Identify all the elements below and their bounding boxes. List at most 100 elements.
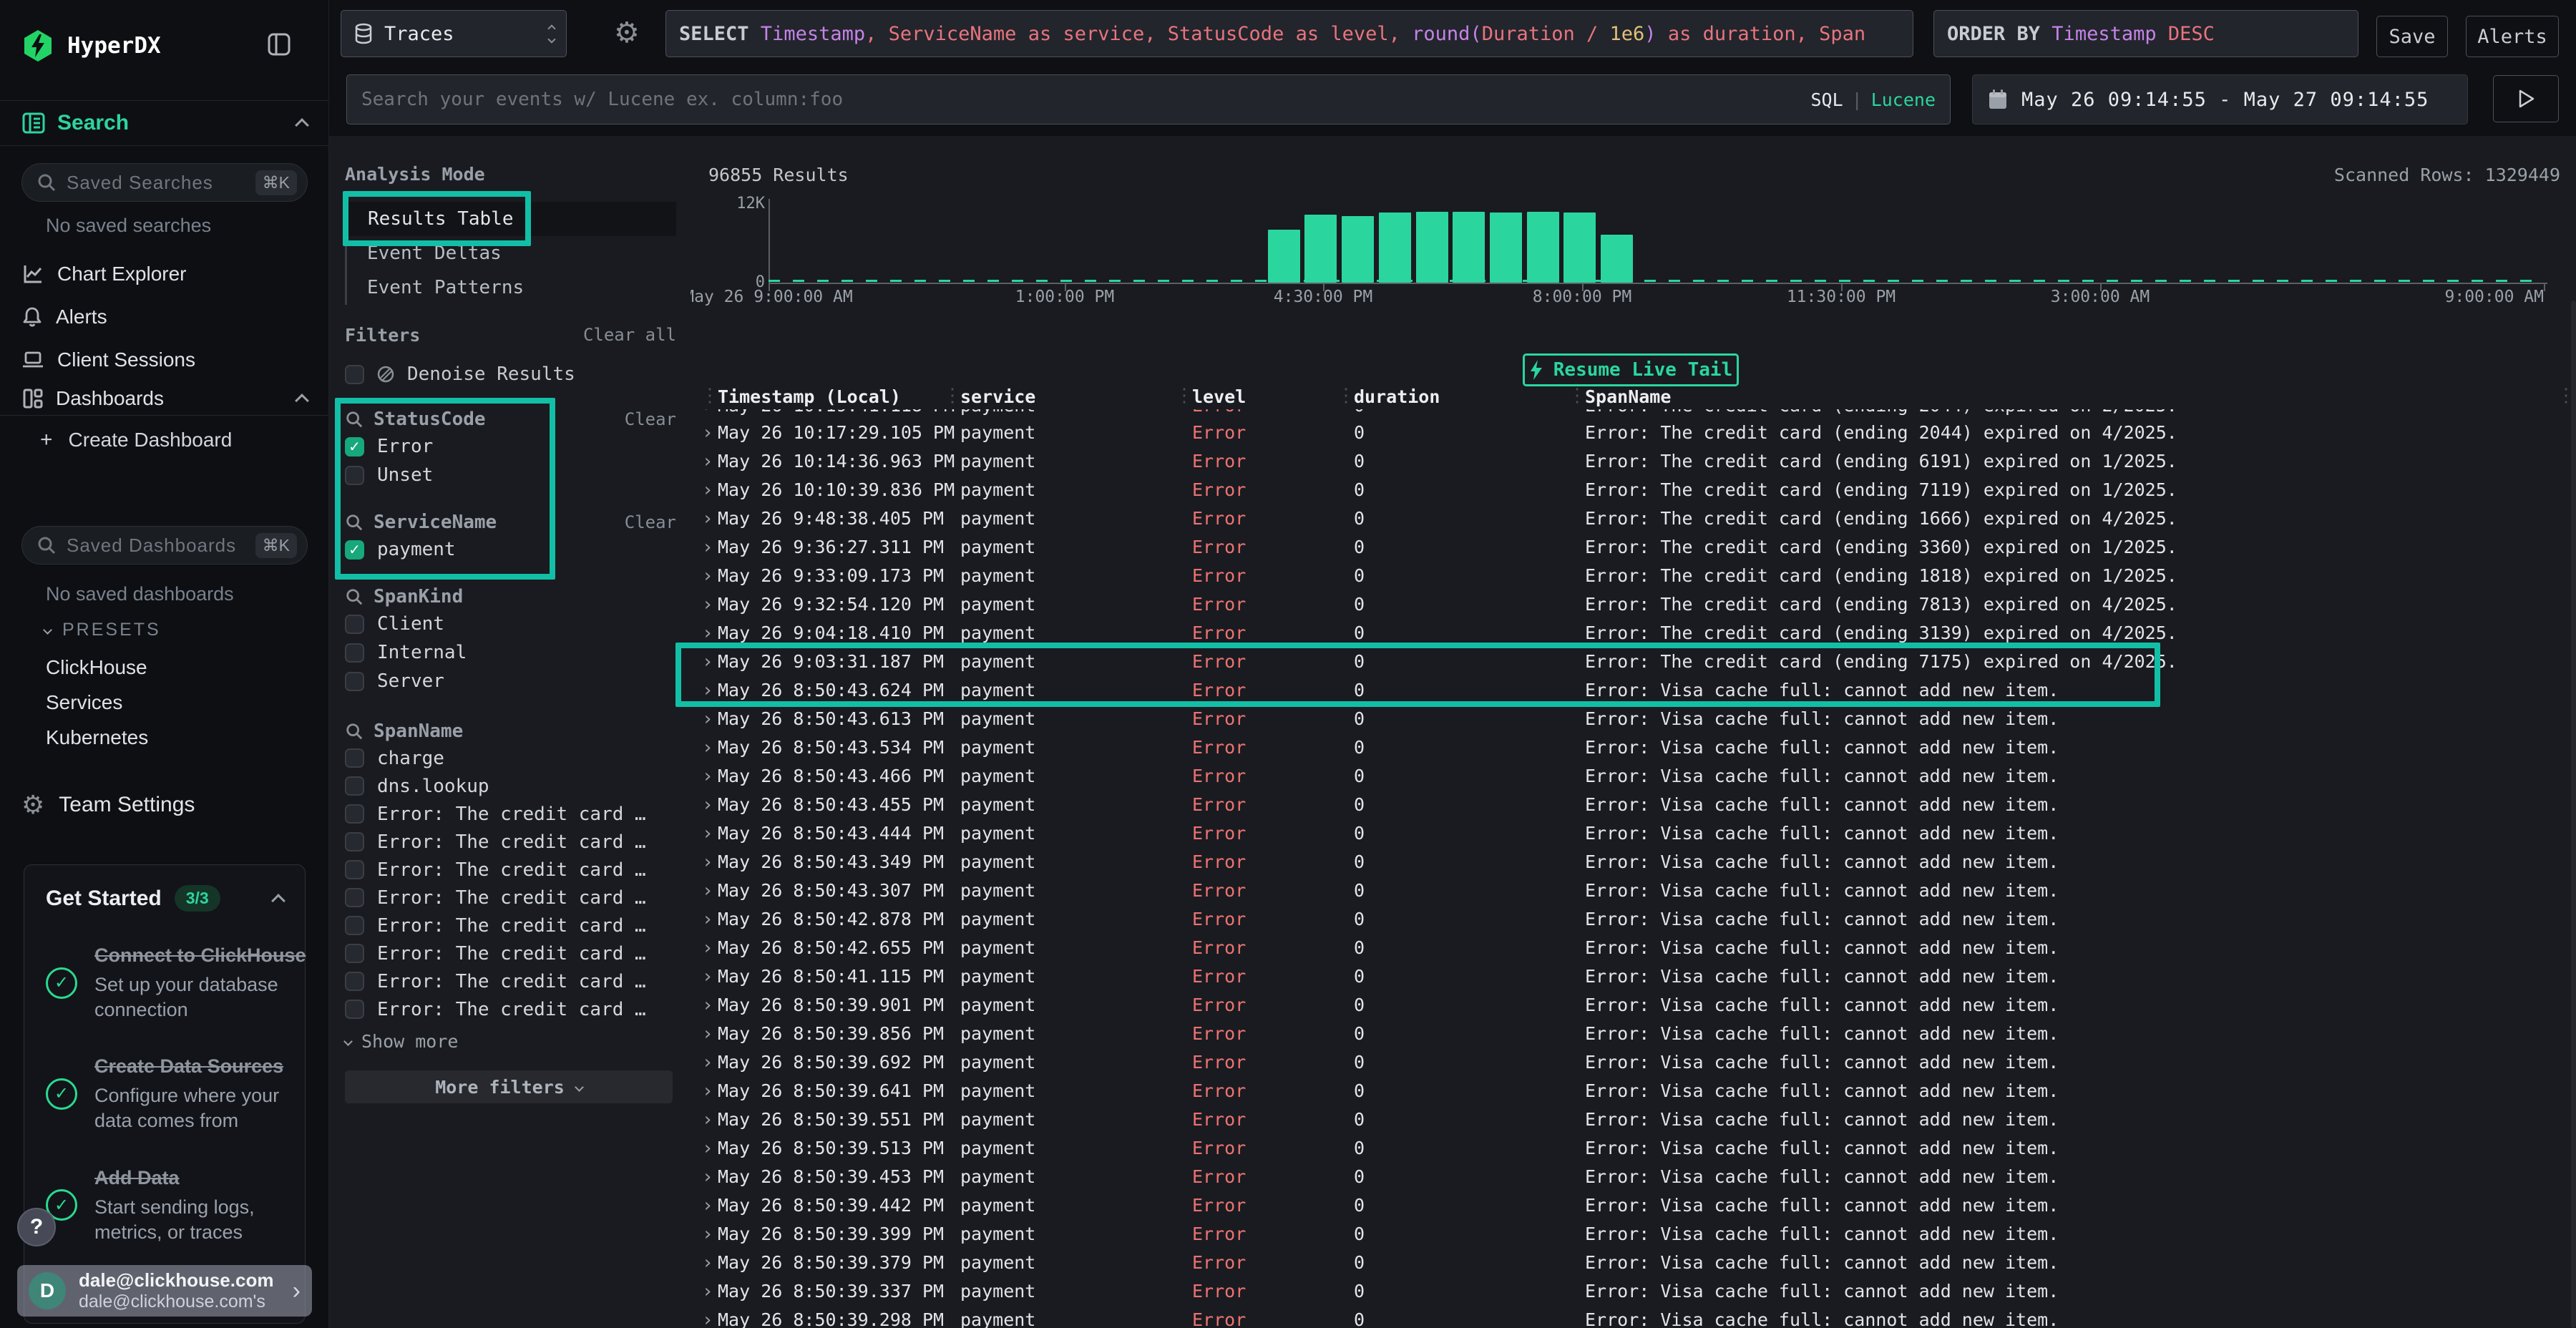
row-expand-chevron-icon[interactable]: › — [702, 823, 713, 844]
analysis-mode-event-patterns[interactable]: Event Patterns — [345, 270, 676, 305]
row-expand-chevron-icon[interactable]: › — [702, 909, 713, 930]
results-histogram[interactable] — [769, 202, 2544, 283]
checkbox[interactable] — [345, 1000, 364, 1019]
row-expand-chevron-icon[interactable]: › — [702, 966, 713, 987]
column-drag-handle[interactable]: ⋮ — [943, 385, 962, 406]
sidebar-item-client-sessions[interactable]: Client Sessions — [0, 338, 328, 381]
row-expand-chevron-icon[interactable]: › — [702, 1166, 713, 1188]
row-expand-chevron-icon[interactable]: › — [702, 1224, 713, 1245]
row-expand-chevron-icon[interactable]: › — [702, 995, 713, 1016]
checkbox[interactable] — [345, 776, 364, 796]
create-dashboard-button[interactable]: + Create Dashboard — [40, 428, 232, 452]
clear-filter-button[interactable]: Clear — [625, 409, 676, 429]
table-row[interactable]: ›May 26 8:50:43.455 PMpaymentError0Error… — [691, 791, 2576, 820]
filter-option-dns-lookup[interactable]: dns.lookup — [345, 772, 676, 800]
table-row-highlighted[interactable]: ›May 26 9:03:31.187 PMpaymentError0Error… — [691, 648, 2576, 677]
checkbox[interactable] — [345, 643, 364, 663]
presets-toggle[interactable]: PRESETS — [44, 620, 161, 640]
clear-filter-button[interactable]: Clear — [625, 512, 676, 532]
checkbox[interactable] — [345, 672, 364, 691]
save-button[interactable]: Save — [2376, 16, 2448, 57]
sidebar-item-alerts[interactable]: Alerts — [0, 296, 328, 338]
table-row[interactable]: ›May 26 8:50:39.692 PMpaymentError0Error… — [691, 1049, 2576, 1078]
table-row[interactable]: ›May 26 8:50:39.337 PMpaymentError0Error… — [691, 1278, 2576, 1307]
filter-option-error-the-credit-card[interactable]: Error: The credit card … — [345, 800, 676, 828]
saved-searches-input[interactable]: Saved Searches ⌘K — [21, 163, 308, 202]
checkbox[interactable] — [345, 972, 364, 991]
sql-mode-button[interactable]: SQL — [1810, 89, 1843, 110]
row-expand-chevron-icon[interactable]: › — [702, 1252, 713, 1274]
sidebar-item-search[interactable]: Search — [0, 100, 328, 146]
filter-option-client[interactable]: Client — [345, 610, 676, 638]
row-expand-chevron-icon[interactable]: › — [702, 1109, 713, 1131]
row-expand-chevron-icon[interactable]: › — [702, 794, 713, 816]
column-drag-handle[interactable]: ⋮ — [1175, 385, 1194, 406]
filter-option-error-the-credit-card[interactable]: Error: The credit card … — [345, 995, 676, 1023]
row-expand-chevron-icon[interactable]: › — [702, 451, 713, 472]
help-button[interactable]: ? — [17, 1208, 56, 1246]
filter-option-error-the-credit-card[interactable]: Error: The credit card … — [345, 884, 676, 912]
row-expand-chevron-icon[interactable]: › — [702, 737, 713, 758]
column-drag-handle[interactable]: ⋮ — [1337, 385, 1355, 406]
table-row[interactable]: ›May 26 8:50:41.115 PMpaymentError0Error… — [691, 963, 2576, 992]
row-expand-chevron-icon[interactable]: › — [702, 479, 713, 501]
filter-option-error[interactable]: ✓Error — [345, 432, 676, 461]
denoise-toggle[interactable]: Denoise Results — [345, 362, 676, 386]
table-row[interactable]: ›May 26 8:50:39.379 PMpaymentError0Error… — [691, 1249, 2576, 1278]
column-header-duration[interactable]: duration — [1354, 386, 1440, 407]
table-row[interactable]: ›May 26 8:50:39.453 PMpaymentError0Error… — [691, 1163, 2576, 1192]
checkbox[interactable] — [345, 888, 364, 907]
more-filters-button[interactable]: More filters — [345, 1070, 673, 1103]
table-row[interactable]: ›May 26 8:50:39.513 PMpaymentError0Error… — [691, 1135, 2576, 1163]
get-started-header[interactable]: Get Started 3/3 — [46, 885, 283, 912]
column-header-spanname[interactable]: SpanName — [1585, 386, 1671, 407]
chevron-up-icon[interactable] — [295, 118, 309, 132]
filter-option-error-the-credit-card[interactable]: Error: The credit card … — [345, 856, 676, 884]
checkbox[interactable] — [345, 804, 364, 824]
show-more-button[interactable]: Show more — [345, 1029, 676, 1053]
analysis-mode-event-deltas[interactable]: Event Deltas — [345, 236, 676, 270]
row-expand-chevron-icon[interactable]: › — [702, 1052, 713, 1073]
row-expand-chevron-icon[interactable]: › — [702, 1138, 713, 1159]
table-row[interactable]: ›May 26 8:50:43.466 PMpaymentError0Error… — [691, 763, 2576, 791]
filter-option-payment[interactable]: ✓payment — [345, 535, 676, 564]
row-expand-chevron-icon[interactable]: › — [702, 880, 713, 902]
table-row[interactable]: ›May 26 8:50:43.307 PMpaymentError0Error… — [691, 877, 2576, 906]
event-search-input[interactable]: Search your events w/ Lucene ex. column:… — [346, 74, 1951, 125]
row-expand-chevron-icon[interactable]: › — [702, 422, 713, 444]
filter-option-internal[interactable]: Internal — [345, 638, 676, 667]
table-row[interactable]: ›May 26 8:50:42.655 PMpaymentError0Error… — [691, 934, 2576, 963]
run-query-button[interactable] — [2493, 75, 2559, 122]
column-drag-handle[interactable]: ⋮ — [1568, 385, 1586, 406]
filter-option-unset[interactable]: Unset — [345, 461, 676, 489]
table-row[interactable]: ›May 26 9:04:18.410 PMpaymentError0Error… — [691, 620, 2576, 648]
table-row[interactable]: ›May 26 9:36:27.311 PMpaymentError0Error… — [691, 534, 2576, 562]
table-row[interactable]: ›May 26 8:50:39.856 PMpaymentError0Error… — [691, 1020, 2576, 1049]
row-expand-chevron-icon[interactable]: › — [702, 409, 713, 416]
date-range-picker[interactable]: May 26 09:14:55 - May 27 09:14:55 — [1972, 74, 2468, 125]
row-expand-chevron-icon[interactable]: › — [702, 680, 713, 701]
row-expand-chevron-icon[interactable]: › — [702, 622, 713, 644]
row-expand-chevron-icon[interactable]: › — [702, 708, 713, 730]
checkbox[interactable] — [345, 832, 364, 851]
collapse-sidebar-icon[interactable] — [265, 30, 293, 59]
table-row[interactable]: ›May 26 8:50:39.399 PMpaymentError0Error… — [691, 1221, 2576, 1249]
checkbox[interactable]: ✓ — [345, 540, 364, 560]
row-expand-chevron-icon[interactable]: › — [702, 937, 713, 959]
table-scrollbar[interactable] — [2571, 301, 2576, 1328]
source-settings-gear-icon[interactable]: ⚙ — [614, 19, 640, 47]
chevron-up-icon[interactable] — [295, 394, 309, 408]
clear-all-button[interactable]: Clear all — [583, 325, 676, 345]
row-expand-chevron-icon[interactable]: › — [702, 537, 713, 558]
table-row[interactable]: ›May 26 8:50:39.298 PMpaymentError0Error… — [691, 1307, 2576, 1328]
table-row[interactable]: ›May 26 10:10:39.836 PMpaymentError0Erro… — [691, 477, 2576, 505]
filter-option-error-the-credit-card[interactable]: Error: The credit card … — [345, 967, 676, 995]
table-row[interactable]: ›May 26 8:50:39.442 PMpaymentError0Error… — [691, 1192, 2576, 1221]
get-started-item[interactable]: ✓Connect to ClickHouseSet up your databa… — [46, 943, 283, 1022]
checkbox[interactable] — [345, 365, 364, 384]
row-expand-chevron-icon[interactable]: › — [702, 651, 713, 673]
checkbox[interactable] — [345, 748, 364, 768]
user-menu[interactable]: D dale@clickhouse.com dale@clickhouse.co… — [17, 1265, 312, 1317]
table-row[interactable]: ›May 26 9:33:09.173 PMpaymentError0Error… — [691, 562, 2576, 591]
get-started-item[interactable]: ✓Create Data SourcesConfigure where your… — [46, 1054, 283, 1133]
